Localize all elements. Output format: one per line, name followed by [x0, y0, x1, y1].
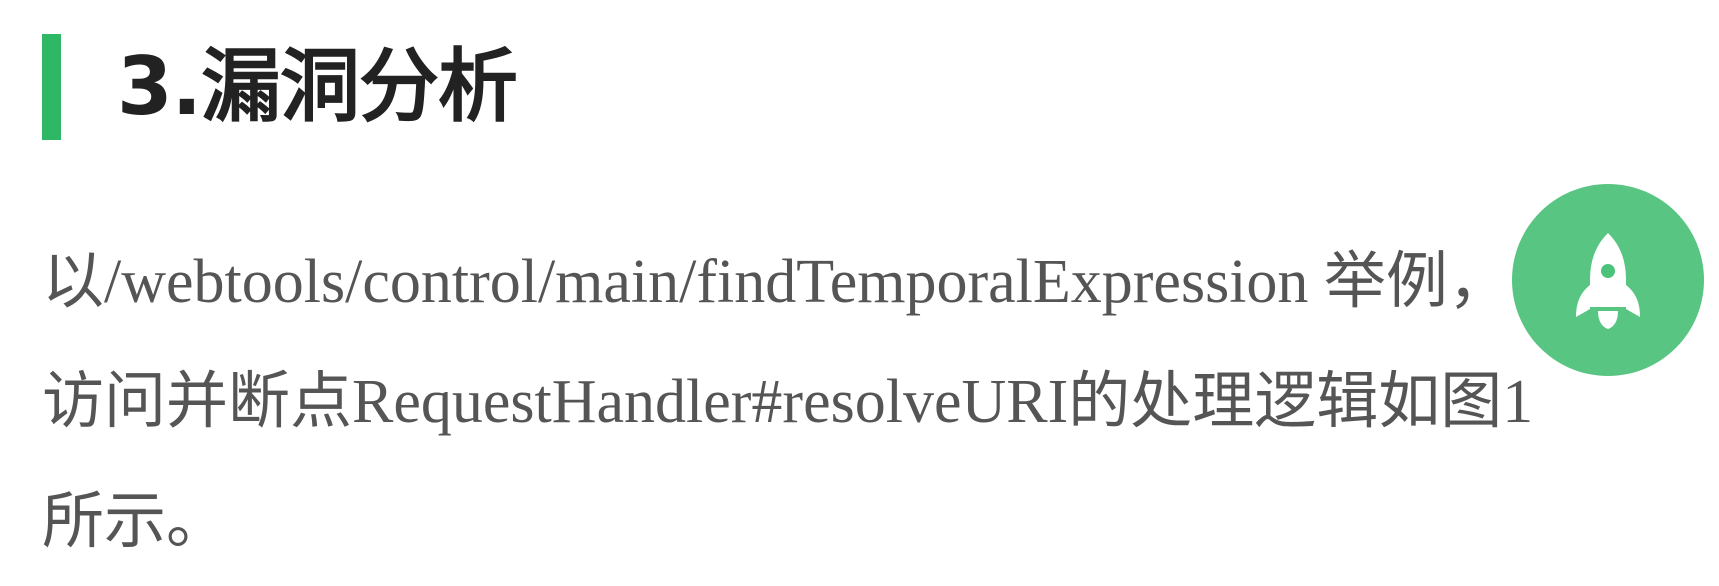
article-paragraph: 以/webtools/control/main/findTemporalExpr…: [42, 222, 1682, 582]
paragraph-line-3: 所示。: [42, 488, 229, 556]
rocket-icon: [1576, 233, 1640, 329]
paragraph-line-1: 以/webtools/control/main/findTemporalExpr…: [42, 248, 1510, 316]
paragraph-line-2: 访问并断点RequestHandler#resolveURI的处理逻辑如图1: [42, 368, 1534, 436]
back-to-top-button[interactable]: [1512, 184, 1704, 376]
section-title: 3.漏洞分析: [117, 40, 518, 133]
section-heading: 3.漏洞分析: [42, 34, 518, 140]
heading-accent-bar: [42, 34, 61, 140]
